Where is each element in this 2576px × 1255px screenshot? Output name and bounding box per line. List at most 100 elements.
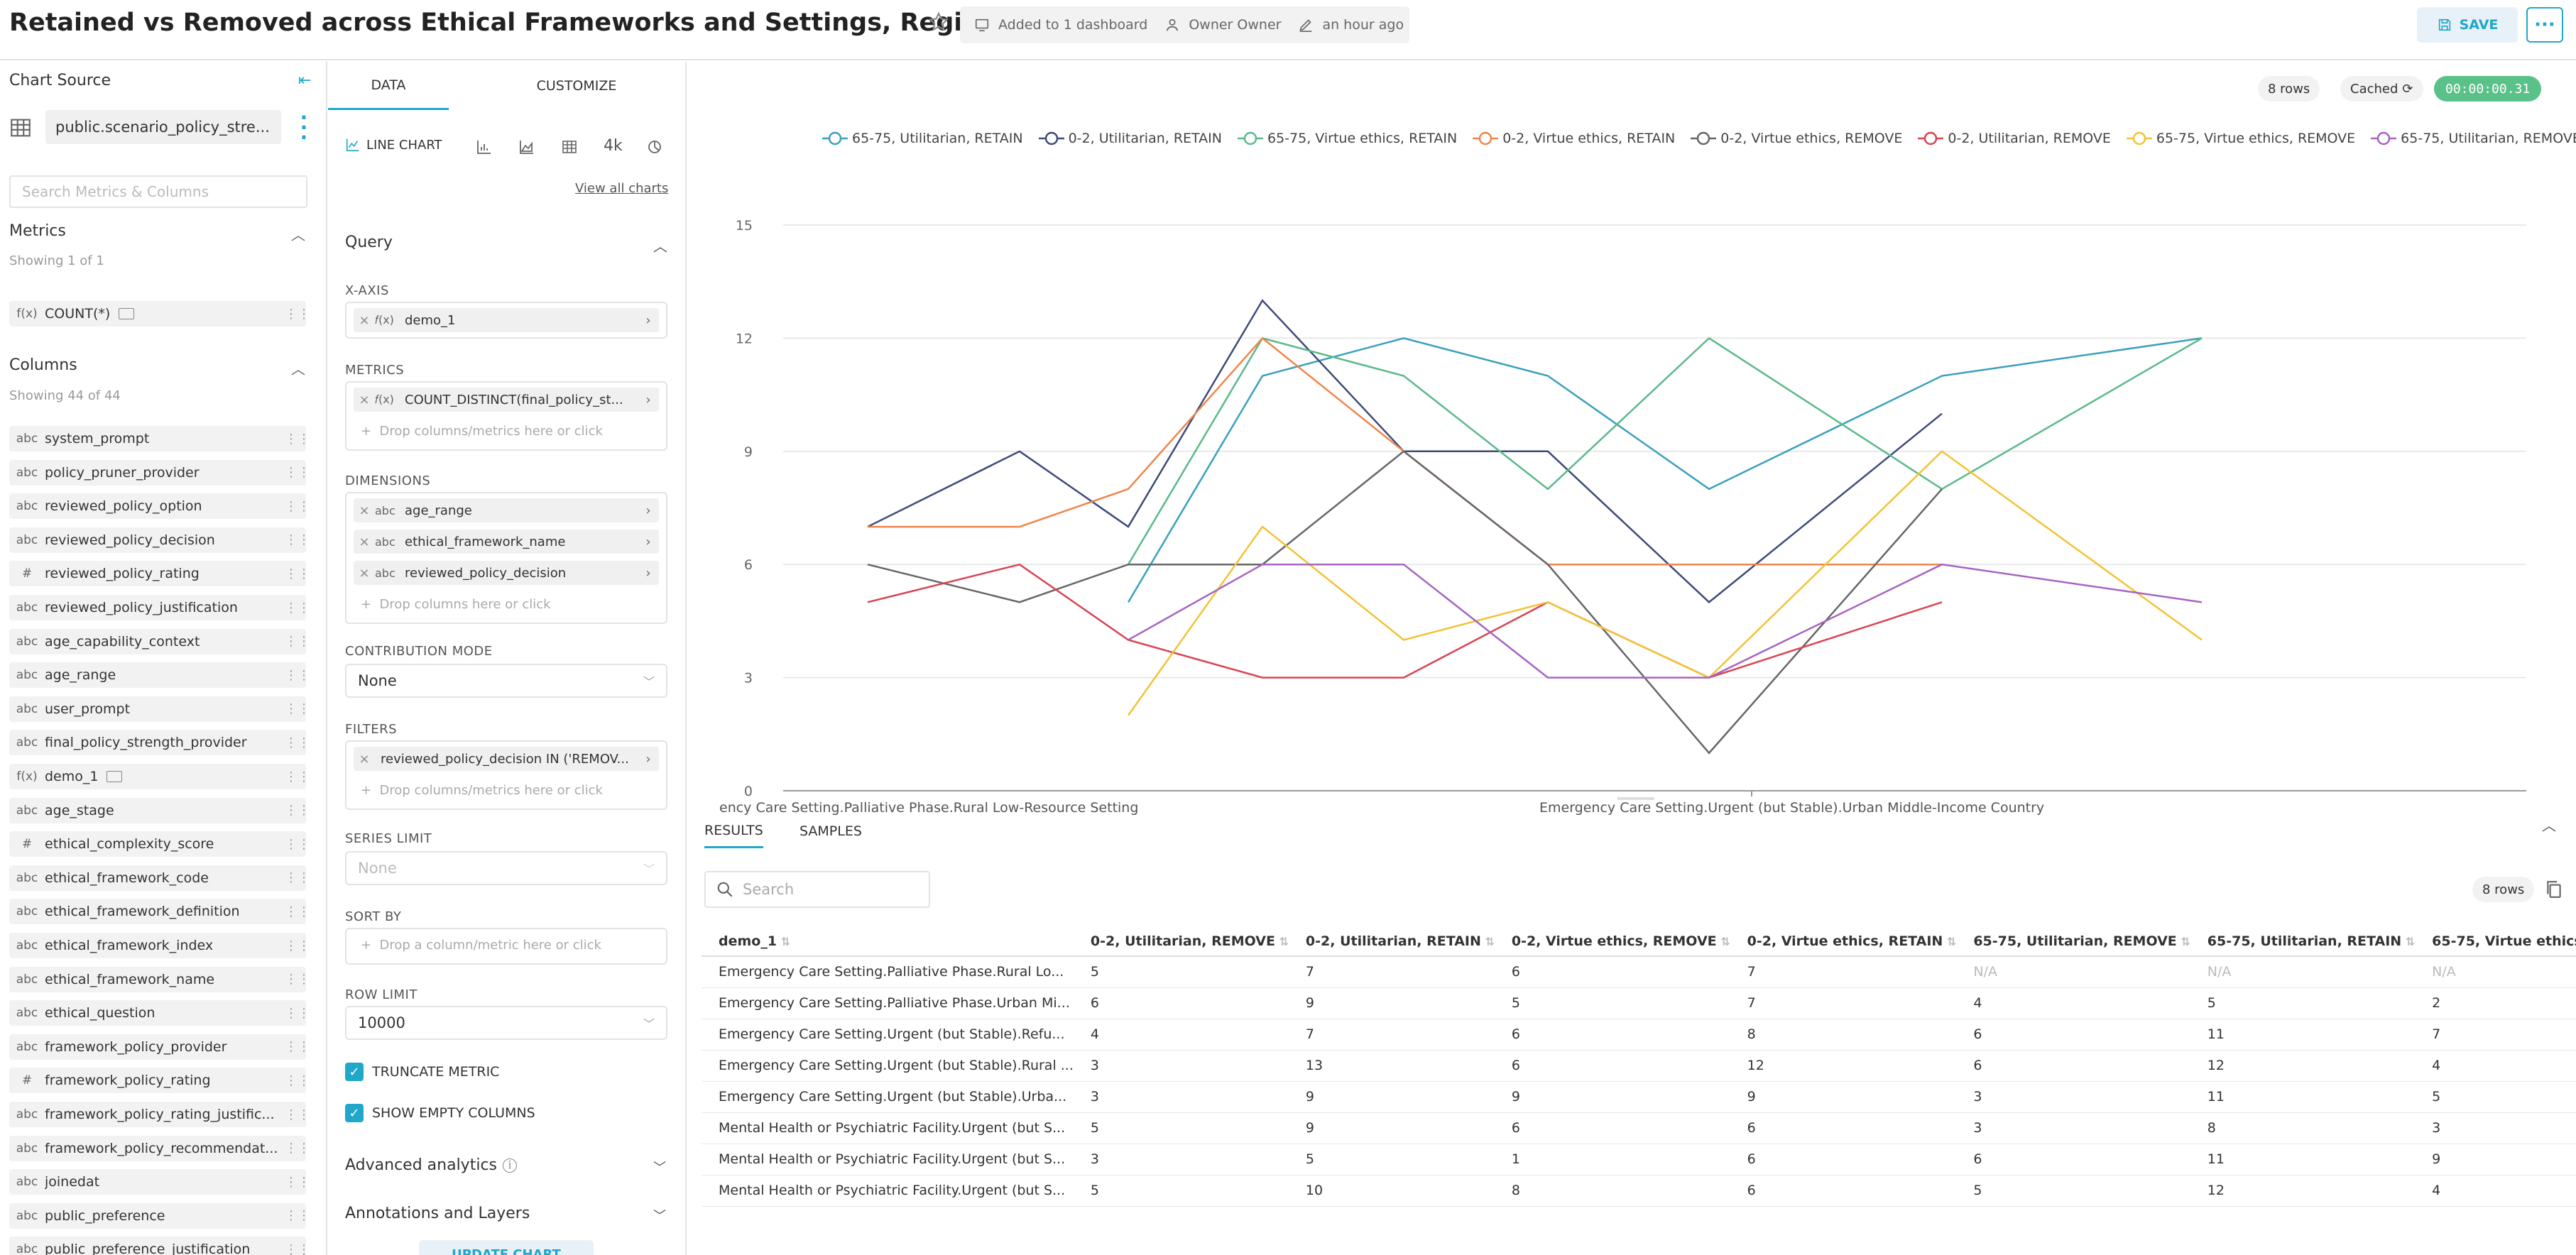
dimension-pill[interactable]: × abc reviewed_policy_decision › — [354, 561, 659, 585]
legend-item[interactable]: 0-2, Utilitarian, RETAIN — [1038, 131, 1222, 146]
star-icon[interactable] — [927, 11, 950, 33]
update-chart-button[interactable]: UPDATE CHART — [419, 1240, 594, 1255]
drag-handle-icon[interactable]: ⋮⋮ — [285, 769, 306, 784]
legend-item[interactable]: 65-75, Virtue ethics, RETAIN — [1238, 131, 1457, 146]
dataset-menu-icon[interactable]: · · · — [298, 108, 310, 148]
drag-handle-icon[interactable]: ⋮⋮ — [285, 1242, 306, 1255]
column-item[interactable]: abc ethical_framework_index ⋮⋮ — [9, 933, 306, 958]
drag-handle-icon[interactable]: ⋮⋮ — [285, 1208, 306, 1223]
results-search-input[interactable]: Search — [704, 871, 930, 908]
filter-drop-zone[interactable]: + Drop columns/metrics here or click — [361, 783, 603, 798]
column-item[interactable]: abc ethical_framework_definition ⋮⋮ — [9, 899, 306, 925]
big-number-chart-button[interactable]: 4k — [604, 137, 623, 155]
column-item[interactable]: abc age_capability_context ⋮⋮ — [9, 628, 306, 654]
drag-handle-icon[interactable]: ⋮⋮ — [285, 1006, 306, 1021]
sort-icon[interactable]: ⇅ — [1481, 935, 1494, 948]
chevron-down-icon[interactable]: ﹀ — [653, 1206, 666, 1224]
area-chart-icon[interactable] — [518, 138, 535, 155]
drag-handle-icon[interactable]: ⋮⋮ — [285, 1107, 306, 1122]
column-item[interactable]: abc policy_pruner_provider ⋮⋮ — [9, 459, 306, 486]
more-actions-button[interactable]: ··· — [2526, 7, 2563, 43]
column-header[interactable]: 0-2, Virtue ethics, RETAIN ⇅ — [1730, 926, 1957, 957]
remove-icon[interactable]: × — [354, 535, 375, 549]
remove-icon[interactable]: × — [354, 393, 375, 407]
column-item[interactable]: abc public_preference ⋮⋮ — [9, 1202, 306, 1229]
column-item[interactable]: abc final_policy_strength_provider ⋮⋮ — [9, 730, 306, 756]
drag-handle-icon[interactable]: ⋮⋮ — [285, 803, 306, 818]
drag-handle-icon[interactable]: ⋮⋮ — [285, 634, 306, 649]
chevron-down-icon[interactable]: ﹀ — [653, 1158, 666, 1176]
drag-handle-icon[interactable]: ⋮⋮ — [285, 532, 306, 547]
advanced-analytics-section[interactable]: Advanced analytics i — [345, 1156, 517, 1174]
table-row[interactable]: Emergency Care Setting.Urgent (but Stabl… — [702, 1019, 2576, 1051]
table-row[interactable]: Emergency Care Setting.Urgent (but Stabl… — [702, 1050, 2576, 1082]
save-button[interactable]: SAVE — [2417, 7, 2518, 43]
drag-handle-icon[interactable]: ⋮⋮ — [285, 1175, 306, 1190]
table-chart-icon[interactable] — [561, 138, 578, 155]
drag-handle-icon[interactable]: ⋮⋮ — [285, 870, 306, 885]
column-header[interactable]: 65-75, Utilitarian, RETAIN ⇅ — [2190, 926, 2416, 957]
remove-icon[interactable]: × — [354, 566, 375, 581]
query-section-title[interactable]: Query — [345, 234, 393, 251]
drag-handle-icon[interactable]: ⋮⋮ — [285, 1073, 306, 1088]
column-item[interactable]: abc public_preference_justification ⋮⋮ — [9, 1237, 306, 1255]
series-line[interactable] — [1128, 563, 2203, 679]
column-item[interactable]: # reviewed_policy_rating ⋮⋮ — [9, 561, 306, 587]
pie-chart-icon[interactable] — [646, 138, 663, 155]
table-row[interactable]: Emergency Care Setting.Palliative Phase.… — [702, 987, 2576, 1019]
column-header[interactable]: 0-2, Utilitarian, RETAIN ⇅ — [1288, 926, 1495, 957]
drag-handle-icon[interactable]: ⋮⋮ — [285, 307, 306, 322]
column-item[interactable]: abc system_prompt ⋮⋮ — [9, 426, 306, 451]
legend-item[interactable]: 65-75, Utilitarian, RETAIN — [822, 131, 1023, 146]
sort-icon[interactable]: ⇅ — [2177, 935, 2190, 948]
table-row[interactable]: Mental Health or Psychiatric Facility.Ur… — [702, 1144, 2576, 1175]
drag-handle-icon[interactable]: ⋮⋮ — [285, 904, 306, 919]
column-item[interactable]: abc joinedat ⋮⋮ — [9, 1169, 306, 1195]
column-item[interactable]: abc user_prompt ⋮⋮ — [9, 696, 306, 722]
column-item[interactable]: abc ethical_framework_name ⋮⋮ — [9, 966, 306, 992]
dimension-pill[interactable]: × abc ethical_framework_name › — [354, 530, 659, 554]
show-empty-columns-checkbox[interactable]: ✓ SHOW EMPTY COLUMNS — [345, 1104, 535, 1122]
legend-item[interactable]: 0-2, Virtue ethics, RETAIN — [1473, 131, 1675, 146]
series-line[interactable] — [867, 450, 1943, 755]
column-item[interactable]: abc framework_policy_rating_justific... ⋮⋮ — [9, 1102, 306, 1127]
sort-by-control[interactable]: + Drop a column/metric here or click — [345, 928, 667, 965]
series-line[interactable] — [1127, 450, 2203, 716]
chevron-up-icon[interactable]: ︿ — [291, 224, 305, 244]
dataset-selector[interactable]: public.scenario_policy_stre... — [45, 110, 281, 144]
sort-icon[interactable]: ⇅ — [1717, 935, 1730, 948]
legend-item[interactable]: 65-75, Virtue ethics, REMOVE — [2126, 131, 2355, 146]
sort-icon[interactable]: ⇅ — [1943, 935, 1956, 948]
tab-samples[interactable]: SAMPLES — [799, 814, 862, 848]
drag-handle-icon[interactable]: ⋮⋮ — [285, 837, 306, 852]
table-row[interactable]: Mental Health or Psychiatric Facility.Ur… — [702, 1175, 2576, 1207]
drag-handle-icon[interactable]: ⋮⋮ — [285, 499, 306, 514]
legend-item[interactable]: 0-2, Virtue ethics, REMOVE — [1691, 131, 1902, 146]
table-row[interactable]: Mental Health or Psychiatric Facility.Ur… — [702, 1112, 2576, 1144]
series-line[interactable] — [867, 563, 1943, 679]
resize-handle[interactable] — [1617, 797, 1654, 800]
drag-handle-icon[interactable]: ⋮⋮ — [285, 701, 306, 716]
dimension-pill[interactable]: × abc age_range › — [354, 498, 659, 522]
row-limit-select[interactable]: 10000 ﹀ — [345, 1006, 667, 1040]
column-header[interactable]: 65-75, Utilitarian, REMOVE ⇅ — [1956, 926, 2190, 957]
collapse-sidebar-icon[interactable]: ⇤ — [298, 72, 311, 89]
column-item[interactable]: f(x) demo_1 ⋮⋮ — [9, 764, 306, 789]
drag-handle-icon[interactable]: ⋮⋮ — [285, 601, 306, 615]
column-item[interactable]: abc ethical_framework_code ⋮⋮ — [9, 865, 306, 891]
sort-icon[interactable]: ⇅ — [1275, 935, 1289, 948]
drag-handle-icon[interactable]: ⋮⋮ — [285, 972, 306, 987]
line-chart[interactable]: 0 3 6 9 12 15 ency Care Setting.Palliative Pha… — [687, 154, 2576, 835]
drag-handle-icon[interactable]: ⋮⋮ — [285, 1141, 306, 1156]
drag-handle-icon[interactable]: ⋮⋮ — [285, 735, 306, 750]
remove-icon[interactable]: × — [354, 313, 375, 328]
xaxis-pill[interactable]: × 𝑓(x) demo_1 › — [354, 308, 659, 332]
drag-handle-icon[interactable]: ⋮⋮ — [285, 566, 306, 581]
metric-item[interactable]: f(x) COUNT(*) ⋮⋮ — [9, 301, 306, 327]
column-item[interactable]: abc ethical_question ⋮⋮ — [9, 1000, 306, 1026]
tab-customize[interactable]: CUSTOMIZE — [506, 62, 648, 110]
metric-drop-zone[interactable]: + Drop columns/metrics here or click — [361, 424, 603, 439]
column-header[interactable]: demo_1 ⇅ — [702, 926, 1074, 957]
column-item[interactable]: abc framework_policy_recommendat... ⋮⋮ — [9, 1135, 306, 1161]
cached-badge[interactable]: Cached ⟳ — [2340, 76, 2423, 102]
